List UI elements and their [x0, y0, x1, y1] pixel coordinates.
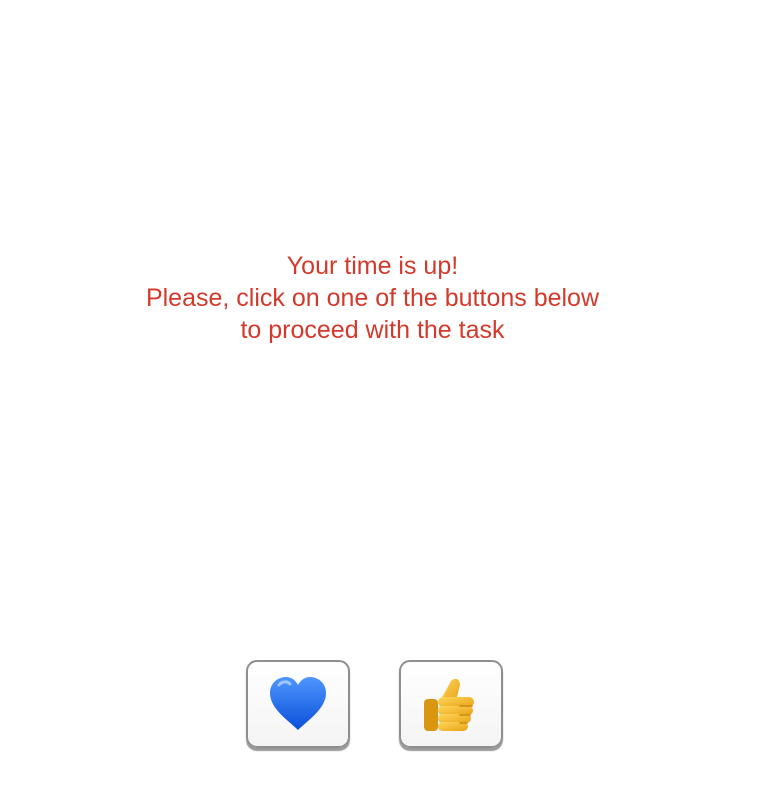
thumbs-up-icon: [424, 678, 474, 731]
blue-heart-icon: [270, 677, 326, 730]
message-line-2: Please, click on one of the buttons belo…: [145, 284, 600, 312]
message-line-1: Your time is up!: [286, 252, 459, 280]
message-line-3: to proceed with the task: [240, 316, 505, 344]
thumbs-up-button[interactable]: [399, 660, 503, 748]
heart-button[interactable]: [246, 660, 350, 748]
time-up-message: Your time is up! Please, click on one of…: [0, 250, 745, 346]
